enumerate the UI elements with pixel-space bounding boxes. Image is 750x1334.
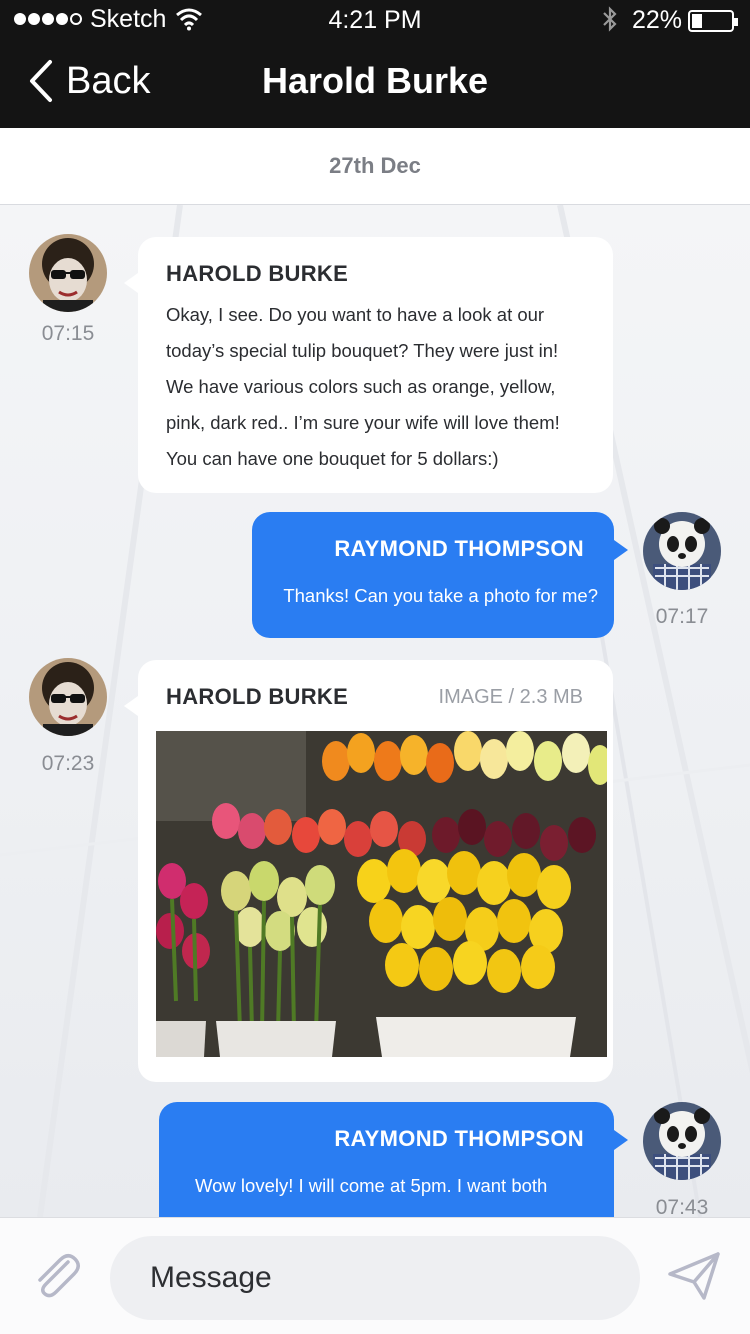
message-line: Thanks! Can you take a photo for me?	[283, 585, 598, 606]
date-label: 27th Dec	[329, 153, 421, 178]
bubble-tail	[614, 540, 628, 560]
bubble-tail	[124, 273, 138, 293]
message-line: You can have one bouquet for 5 dollars:)	[166, 448, 499, 469]
avatar-harold-image	[29, 658, 107, 736]
avatar-harold[interactable]	[29, 234, 107, 312]
image-attachment[interactable]	[156, 731, 607, 1057]
message-sender: RAYMOND THOMPSON	[334, 1126, 584, 1151]
avatar-harold-image	[29, 234, 107, 312]
avatar-raymond[interactable]	[643, 1102, 721, 1180]
message-sender: RAYMOND THOMPSON	[334, 536, 584, 561]
battery-percent: 22%	[632, 6, 683, 34]
message-line: Wow lovely! I will come at 5pm. I want b…	[195, 1175, 548, 1196]
avatar-raymond-image	[643, 512, 721, 590]
message-line: Okay, I see. Do you want to have a look …	[166, 304, 545, 325]
status-bar: Sketch 4:21 PM 22%	[0, 0, 750, 40]
message-sender: HAROLD BURKE	[166, 261, 349, 286]
message-composer	[0, 1217, 750, 1334]
avatar-raymond[interactable]	[643, 512, 721, 590]
date-divider: 27th Dec	[0, 128, 750, 205]
top-bar: Sketch 4:21 PM 22% Back Harold Burke	[0, 0, 750, 128]
paperclip-icon[interactable]	[28, 1248, 84, 1304]
message-bubble-outgoing[interactable]: RAYMOND THOMPSON Wow lovely! I will come…	[159, 1102, 628, 1217]
bluetooth-icon	[603, 6, 617, 32]
chat-thread[interactable]: 07:15 HAROLD BURKE Okay, I see. Do you w…	[0, 205, 750, 1217]
message-bubble-outgoing[interactable]: RAYMOND THOMPSON Thanks! Can you take a …	[252, 512, 628, 638]
navigation-bar: Back Harold Burke	[0, 40, 750, 128]
send-icon[interactable]	[666, 1248, 722, 1304]
message-text: Okay, I see. Do you want to have a look …	[166, 297, 560, 477]
bubble-tail	[614, 1130, 628, 1150]
message-time: 07:23	[41, 752, 95, 775]
message-line: today’s special tulip bouquet? They were…	[166, 340, 559, 361]
bubble-tail	[124, 696, 138, 716]
battery-icon	[688, 10, 738, 32]
avatar-harold[interactable]	[29, 658, 107, 736]
message-input[interactable]	[110, 1236, 640, 1320]
message-bubble-incoming[interactable]: HAROLD BURKE Okay, I see. Do you want to…	[124, 237, 613, 493]
attachment-meta: IMAGE / 2.3 MB	[438, 686, 583, 708]
tulip-bouquet-photo	[156, 731, 607, 1057]
page-title: Harold Burke	[261, 60, 489, 101]
avatar-raymond-image	[643, 1102, 721, 1180]
message-bubble-incoming-image[interactable]: HAROLD BURKE IMAGE / 2.3 MB	[124, 660, 613, 1082]
message-time: 07:43	[655, 1196, 709, 1217]
message-line: pink, dark red.. I’m sure your wife will…	[166, 412, 560, 433]
message-sender: HAROLD BURKE	[166, 684, 349, 709]
message-time: 07:15	[41, 322, 95, 345]
message-time: 07:17	[655, 605, 709, 628]
message-line: We have various colors such as orange, y…	[166, 376, 556, 397]
